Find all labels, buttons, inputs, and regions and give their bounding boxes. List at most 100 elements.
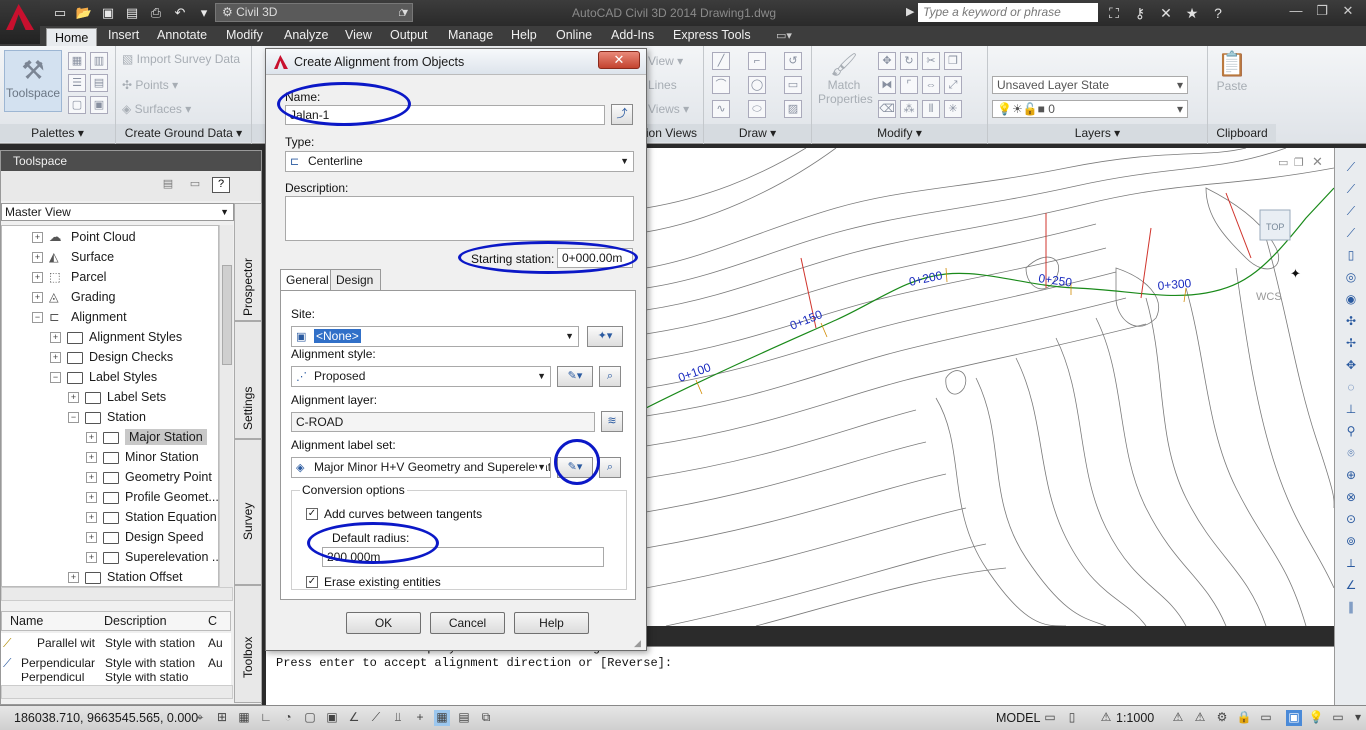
- add-curves-checkbox[interactable]: ✓: [306, 508, 318, 520]
- modify-panel-title[interactable]: Modify ▾: [812, 124, 987, 142]
- search-input[interactable]: Type a keyword or phrase: [918, 3, 1098, 22]
- undo-arc-icon[interactable]: ↺: [784, 52, 802, 70]
- master-view-select[interactable]: Master View ▼: [1, 203, 234, 221]
- model-space-toggle[interactable]: MODEL: [996, 711, 1040, 725]
- tab-settings-side[interactable]: Settings: [234, 321, 262, 439]
- layout2-icon[interactable]: ▯: [1064, 710, 1080, 726]
- help-button[interactable]: ?: [212, 177, 230, 193]
- tree-item[interactable]: + ☁ Point Cloud: [32, 227, 136, 247]
- tree-item[interactable]: + Minor Station: [86, 447, 199, 467]
- command-line[interactable]: Select lines/arcs or polylines to create…: [266, 646, 1334, 705]
- grid-display-icon[interactable]: ▦: [236, 710, 252, 726]
- tab-design-criteria[interactable]: Design Criteria: [330, 269, 381, 307]
- offset-icon[interactable]: ⫴: [922, 100, 940, 118]
- sphere-icon[interactable]: ◉: [1343, 292, 1359, 308]
- tab-home[interactable]: Home: [46, 28, 98, 46]
- explode-icon[interactable]: ✳: [944, 100, 962, 118]
- save-as-icon[interactable]: ▤: [122, 3, 142, 23]
- tab-insert[interactable]: Insert: [108, 28, 139, 42]
- expand-icon[interactable]: +: [86, 452, 97, 464]
- sample-lines-partial[interactable]: Lines: [648, 78, 677, 92]
- key-icon[interactable]: ⚷: [1130, 3, 1150, 23]
- paste-button[interactable]: 📋 Paste: [1214, 50, 1250, 93]
- mirror-icon[interactable]: ⧓: [878, 76, 896, 94]
- 3d-osnap-icon[interactable]: ▣: [324, 710, 340, 726]
- palettes-panel-title[interactable]: Palettes ▾: [0, 124, 115, 142]
- wcs-label[interactable]: WCS: [1256, 291, 1282, 303]
- properties-icon[interactable]: ☰: [68, 74, 86, 92]
- expand-icon[interactable]: +: [86, 512, 97, 524]
- points-button[interactable]: ✣ Points ▾: [122, 78, 178, 92]
- node-icon[interactable]: ✣: [1343, 314, 1359, 330]
- tree-item[interactable]: + Superelevation ...: [86, 547, 218, 567]
- table-icon[interactable]: ▤: [90, 74, 108, 92]
- list-item[interactable]: ⟋ Perpendicular Style with station Au: [1, 653, 231, 673]
- tab-toolbox[interactable]: Toolbox: [234, 585, 262, 703]
- expand-icon[interactable]: +: [32, 292, 43, 304]
- point-icon[interactable]: ⊙: [1343, 512, 1359, 528]
- tree-item[interactable]: + ⬚ Parcel: [32, 267, 106, 287]
- alignment-layer-input[interactable]: C-ROAD: [291, 412, 595, 432]
- scroll-thumb[interactable]: [222, 265, 232, 365]
- move-point-icon[interactable]: ✢: [1343, 336, 1359, 352]
- insert-icon[interactable]: ⊕: [1343, 468, 1359, 484]
- lightbulb-icon[interactable]: 💡: [1308, 710, 1324, 726]
- otrack-icon[interactable]: ∠: [346, 710, 362, 726]
- hatch-icon[interactable]: ▨: [784, 100, 802, 118]
- help-button[interactable]: Help: [514, 612, 589, 634]
- fillet-icon[interactable]: ⌜: [900, 76, 918, 94]
- tree-item[interactable]: + Major Station: [86, 427, 207, 447]
- tab-general[interactable]: General: [280, 269, 335, 292]
- layers-panel-title[interactable]: Layers ▾: [988, 124, 1207, 142]
- panel-icon[interactable]: ▭: [186, 177, 204, 193]
- restore-viewport-icon[interactable]: ❐: [1294, 156, 1304, 169]
- arc-icon[interactable]: ⌒: [712, 76, 730, 94]
- application-menu-button[interactable]: [0, 0, 40, 44]
- array-icon[interactable]: ⁂: [900, 100, 918, 118]
- move-icon[interactable]: ✥: [878, 52, 896, 70]
- erase-entities-checkbox[interactable]: ✓: [306, 576, 318, 588]
- quick-properties-icon[interactable]: ▤: [456, 710, 472, 726]
- tab-online[interactable]: Online: [556, 28, 592, 42]
- expand-icon[interactable]: +: [32, 232, 43, 244]
- browser-icon[interactable]: ▣: [90, 96, 108, 114]
- circle-icon[interactable]: ◯: [748, 76, 766, 94]
- copy-icon[interactable]: ❐: [944, 52, 962, 70]
- edit-name-button[interactable]: ⤴: [611, 104, 633, 125]
- annotation-visibility-icon[interactable]: ⚠: [1170, 710, 1186, 726]
- expand-icon[interactable]: +: [32, 252, 43, 264]
- preview-style-button[interactable]: ⌕: [599, 366, 621, 387]
- alignment-style-select[interactable]: ⋰ Proposed ▼: [291, 366, 551, 387]
- marker-icon[interactable]: ⌾: [1343, 446, 1359, 462]
- clipboard-panel-title[interactable]: Clipboard: [1208, 124, 1276, 142]
- globe-icon[interactable]: ◎: [1343, 270, 1359, 286]
- measure-icon[interactable]: ⟋: [1343, 226, 1359, 242]
- angle-icon[interactable]: ∠: [1343, 578, 1359, 594]
- hierarchy-icon[interactable]: ▤: [159, 177, 177, 193]
- isolate-icon[interactable]: ▣: [1286, 710, 1302, 726]
- erase-icon[interactable]: ⌫: [878, 100, 896, 118]
- tree-item[interactable]: − Station: [68, 407, 146, 427]
- alignment-centerline[interactable]: [646, 187, 1334, 409]
- exchange-icon[interactable]: ✕: [1156, 3, 1176, 23]
- create-ground-data-title[interactable]: Create Ground Data ▾: [116, 124, 251, 142]
- home-icon[interactable]: ⌂: [398, 4, 406, 19]
- osnap-status-icon[interactable]: ▢: [302, 710, 318, 726]
- collapse-icon[interactable]: −: [50, 372, 61, 384]
- list-hscrollbar[interactable]: [1, 685, 233, 699]
- star-icon[interactable]: ★: [1182, 3, 1202, 23]
- tree-item[interactable]: + Design Checks: [50, 347, 173, 367]
- parallel-icon[interactable]: ∥: [1343, 600, 1359, 616]
- binoculars-icon[interactable]: ⛶: [1104, 3, 1124, 23]
- col-name[interactable]: Name: [10, 614, 43, 628]
- layout-icon[interactable]: ▭: [1042, 710, 1058, 726]
- tab-prospector[interactable]: Prospector: [234, 203, 262, 321]
- expand-icon[interactable]: +: [86, 532, 97, 544]
- clean-screen-icon[interactable]: ▭: [1330, 710, 1346, 726]
- ok-button[interactable]: OK: [346, 612, 421, 634]
- close-button[interactable]: ✕: [598, 51, 640, 69]
- snap-icon[interactable]: ▯: [1343, 248, 1359, 264]
- undo-icon[interactable]: ↶: [170, 3, 190, 23]
- expand-icon[interactable]: +: [86, 492, 97, 504]
- close-icon[interactable]: ✕: [1336, 2, 1360, 20]
